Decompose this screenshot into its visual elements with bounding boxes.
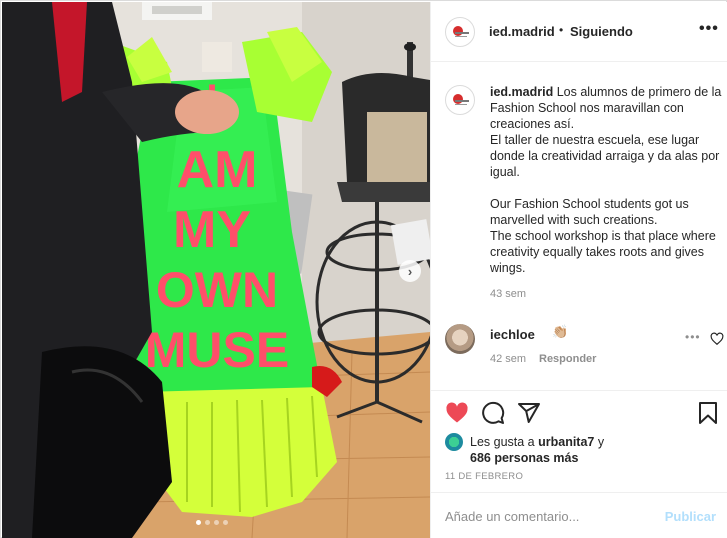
post-date[interactable]: 11 DE FEBRERO <box>445 471 523 482</box>
post-sidebar: ied.madrid • Siguiendo ••• ied.madrid Lo… <box>430 2 727 538</box>
dress-text-line: OWN <box>156 262 278 318</box>
clap-emoji: 👏🏼 <box>552 324 569 339</box>
avatar[interactable] <box>445 433 463 451</box>
post-header: ied.madrid • Siguiendo ••• <box>431 2 727 62</box>
carousel-dot <box>214 520 219 525</box>
caption-line: Our Fashion School students got us marve… <box>490 197 689 227</box>
liker-username[interactable]: urbanita7 <box>538 435 594 449</box>
caption-text: ied.madrid Los alumnos de primero de la … <box>490 84 727 276</box>
avatar[interactable] <box>445 17 475 47</box>
like-heart-icon[interactable] <box>445 401 469 425</box>
ied-logo-icon <box>453 94 463 104</box>
comment-like-icon[interactable] <box>710 332 724 346</box>
caption-timestamp[interactable]: 43 sem <box>490 288 526 300</box>
dress-text-line: MUSE <box>145 322 289 378</box>
carousel-dot <box>205 520 210 525</box>
caption-line: El taller de nuestra escuela, ese lugar … <box>490 133 720 179</box>
comment-icon[interactable] <box>481 401 505 425</box>
header-username[interactable]: ied.madrid <box>489 24 555 39</box>
separator-dot: • <box>559 23 564 37</box>
caption-line: The school workshop is that place where … <box>490 229 716 275</box>
carousel-indicator <box>196 520 228 525</box>
likes-line: Les gusta a urbanita7 y <box>470 435 605 449</box>
more-options-icon[interactable]: ••• <box>699 20 719 38</box>
publish-button[interactable]: Publicar <box>665 509 716 524</box>
post-modal: I AM MY OWN MUSE › <box>0 0 727 538</box>
dress-text-line: MY <box>173 201 251 259</box>
carousel-dot <box>196 520 201 525</box>
carousel-next-button[interactable]: › <box>399 260 421 282</box>
comment-timestamp[interactable]: 42 sem <box>490 353 526 365</box>
post-image: I AM MY OWN MUSE <box>2 2 430 538</box>
comment-username[interactable]: iechloe <box>490 327 535 342</box>
reply-button[interactable]: Responder <box>539 353 596 365</box>
ied-logo-icon <box>453 26 463 36</box>
dress-text-line: AM <box>177 141 258 199</box>
carousel-dot <box>223 520 228 525</box>
add-comment-bar: Añade un comentario... Publicar <box>431 492 727 538</box>
post-actions: Les gusta a urbanita7 y 686 personas más… <box>431 390 727 490</box>
avatar[interactable] <box>445 324 475 354</box>
caption-username[interactable]: ied.madrid <box>490 85 553 99</box>
following-button[interactable]: Siguiendo <box>570 24 633 39</box>
share-icon[interactable] <box>517 401 541 425</box>
comment: iechloe 👏🏼 42 sem Responder ••• <box>445 324 725 370</box>
comment-more-icon[interactable]: ••• <box>685 330 701 344</box>
likes-others-link[interactable]: 686 personas más <box>470 451 578 465</box>
comment-input[interactable]: Añade un comentario... <box>445 509 579 524</box>
bookmark-icon[interactable] <box>696 401 720 425</box>
avatar[interactable] <box>445 85 475 115</box>
post-photo[interactable]: I AM MY OWN MUSE › <box>2 2 430 538</box>
